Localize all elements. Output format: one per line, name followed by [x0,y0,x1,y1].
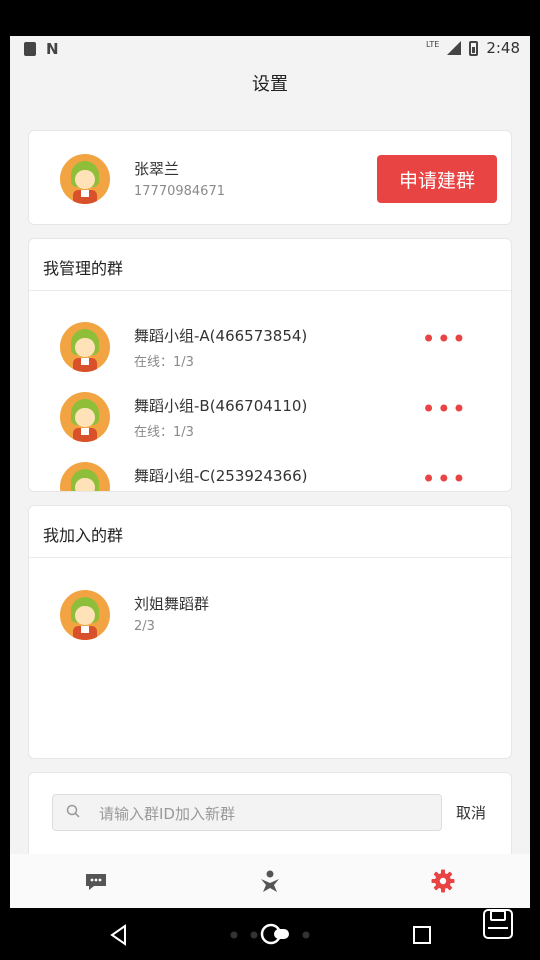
group-status: 在线：1/3 [134,425,194,440]
user-name: 张翠兰 [134,160,180,178]
page-title: 设置 [252,74,288,95]
system-nav-bar [0,908,540,960]
group-status: 2/3 [134,619,155,634]
joined-groups-title: 我加入的群 [43,526,124,545]
save-icon[interactable] [482,908,514,940]
search-icon [66,804,80,818]
lte-label: LTE [426,39,440,49]
group-name: 舞蹈小组-A(466573854) [134,327,308,345]
managed-groups-title: 我管理的群 [43,259,124,278]
group-id-input[interactable] [97,801,431,827]
divider [29,290,511,291]
divider [29,557,511,558]
back-icon[interactable] [108,924,130,946]
battery-icon [469,40,479,56]
home-icon[interactable] [226,922,316,946]
profile-card: 张翠兰 17770984671 申请建群 [28,130,512,225]
group-name: 刘姐舞蹈群 [134,595,210,613]
status-bar: N LTE 2:48 [10,36,530,60]
group-name: 舞蹈小组-C(253924366) [134,467,308,485]
avatar [60,392,110,442]
more-options-icon[interactable]: ••• [422,467,467,491]
avatar [60,462,110,491]
sd-card-icon [24,42,36,56]
search-box [52,794,442,831]
chat-icon[interactable] [83,868,109,894]
more-options-icon[interactable]: ••• [422,397,467,421]
avatar [60,322,110,372]
group-status: 在线：1/3 [134,355,194,370]
avatar [60,590,110,640]
notification-n-icon: N [46,40,59,58]
joined-groups-card: 我加入的群 刘姐舞蹈群 2/3 [28,505,512,759]
recents-icon[interactable] [412,925,432,945]
clock: 2:48 [486,39,520,57]
managed-groups-card: 我管理的群 舞蹈小组-A(466573854) 在线：1/3 ••• 舞蹈小组-… [28,238,512,492]
person-icon[interactable] [257,868,283,894]
signal-icon [447,41,462,55]
group-name: 舞蹈小组-B(466704110) [134,397,308,415]
app-screen: N LTE 2:48 设置 张翠兰 17770984671 申请建群 我管理的群… [10,36,530,908]
user-phone: 17770984671 [134,184,225,199]
gear-icon[interactable] [430,868,456,894]
more-options-icon[interactable]: ••• [422,327,467,351]
cancel-button[interactable]: 取消 [456,802,486,823]
avatar [60,154,110,204]
create-group-button[interactable]: 申请建群 [377,155,497,203]
bottom-tab-bar [10,854,530,908]
